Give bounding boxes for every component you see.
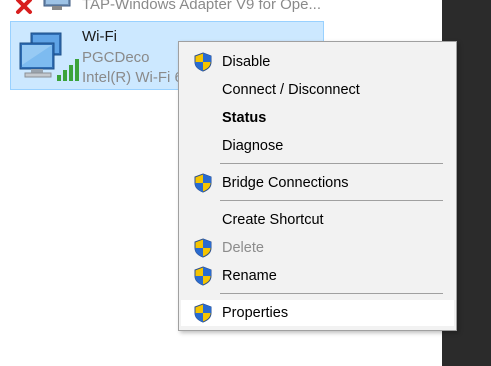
network-adapter-icon xyxy=(43,0,71,10)
menu-item-diagnose[interactable]: Diagnose xyxy=(181,133,454,159)
menu-item-label: Connect / Disconnect xyxy=(222,82,360,98)
menu-item-label: Disable xyxy=(222,54,271,70)
adapter-device: Intel(R) Wi-Fi 6 xyxy=(82,69,178,86)
menu-item-label: Diagnose xyxy=(222,138,284,154)
menu-item-label: Create Shortcut xyxy=(222,212,324,228)
wifi-adapter-icon xyxy=(19,32,79,81)
menu-item-label: Status xyxy=(222,110,267,126)
uac-shield-icon xyxy=(194,303,212,323)
menu-item-disable[interactable]: Disable xyxy=(181,49,454,75)
menu-item-create-shortcut[interactable]: Create Shortcut xyxy=(181,207,454,233)
menu-item-rename[interactable]: Rename xyxy=(181,263,454,289)
menu-item-label: Bridge Connections xyxy=(222,175,349,191)
red-x-icon xyxy=(16,0,32,14)
uac-shield-icon xyxy=(194,238,212,258)
uac-shield-icon xyxy=(194,52,212,72)
menu-item-connect-disconnect[interactable]: Connect / Disconnect xyxy=(181,77,454,103)
uac-shield-icon xyxy=(194,266,212,286)
menu-item-label: Delete xyxy=(222,240,264,256)
context-menu: Disable Connect / Disconnect Status Diag… xyxy=(178,41,457,331)
adapter-network: PGCDeco xyxy=(82,49,150,66)
menu-separator xyxy=(220,163,443,164)
adapter-item-tap-windows[interactable]: TAP-Windows Adapter V9 for Ope... xyxy=(0,0,442,14)
menu-item-label: Properties xyxy=(222,305,289,321)
menu-item-delete: Delete xyxy=(181,235,454,261)
adapter-name: Wi-Fi xyxy=(82,28,117,45)
menu-item-status[interactable]: Status xyxy=(181,105,454,131)
menu-item-bridge-connections[interactable]: Bridge Connections xyxy=(181,170,454,196)
menu-item-properties[interactable]: Properties xyxy=(181,300,454,326)
uac-shield-icon xyxy=(194,173,212,193)
menu-separator xyxy=(220,200,443,201)
adapter-label: TAP-Windows Adapter V9 for Ope... xyxy=(82,0,321,13)
menu-separator xyxy=(220,293,443,294)
menu-item-label: Rename xyxy=(222,268,277,284)
